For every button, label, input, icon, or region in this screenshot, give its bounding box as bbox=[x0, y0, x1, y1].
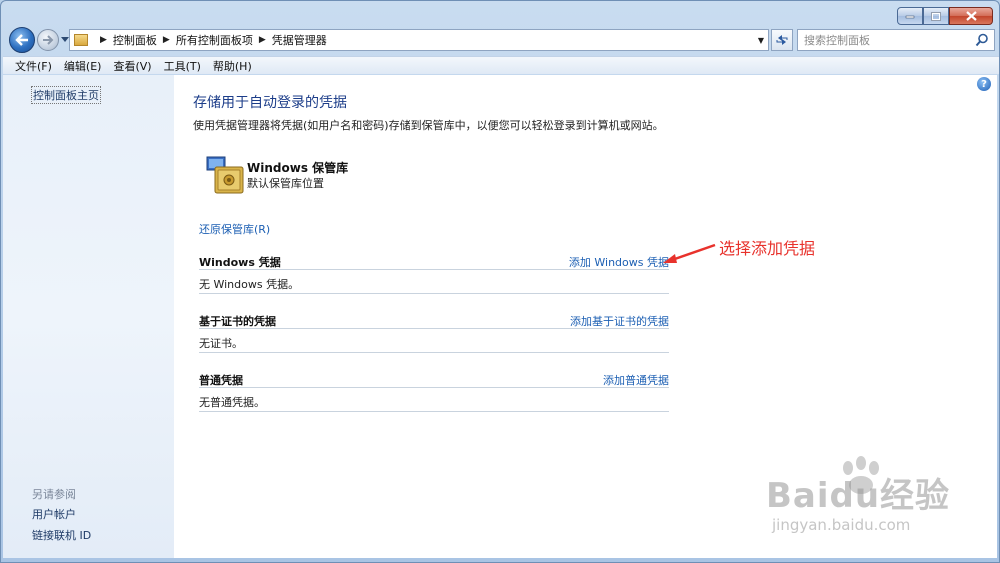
menu-file[interactable]: 文件(F) bbox=[15, 58, 52, 74]
maximize-icon bbox=[931, 11, 941, 21]
add-generic-credential-link[interactable]: 添加普通凭据 bbox=[603, 372, 669, 388]
section-body: 无 Windows 凭据。 bbox=[199, 270, 669, 294]
forward-button[interactable] bbox=[37, 29, 59, 51]
search-placeholder: 搜索控制面板 bbox=[804, 34, 870, 47]
search-input[interactable]: 搜索控制面板 bbox=[797, 29, 995, 51]
chevron-right-icon[interactable]: ▶ bbox=[163, 35, 170, 45]
generic-credentials-section: 普通凭据 添加普通凭据 无普通凭据。 bbox=[199, 370, 669, 412]
user-accounts-link[interactable]: 用户帐户 bbox=[32, 506, 76, 522]
close-icon bbox=[965, 11, 977, 21]
minimize-icon bbox=[905, 15, 915, 19]
forward-arrow-icon bbox=[43, 35, 54, 45]
page-title: 存储用于自动登录的凭据 bbox=[193, 95, 347, 111]
vault-subtitle: 默认保管库位置 bbox=[247, 177, 324, 190]
watermark-url: jingyan.baidu.com bbox=[772, 516, 911, 534]
history-dropdown-icon[interactable] bbox=[61, 35, 69, 43]
section-title: 普通凭据 bbox=[199, 374, 243, 387]
watermark-logo: Baidu经验 bbox=[766, 476, 951, 516]
back-arrow-icon bbox=[15, 34, 28, 46]
empty-message: 无普通凭据。 bbox=[199, 396, 265, 409]
breadcrumb-credential-manager[interactable]: 凭据管理器 bbox=[272, 32, 327, 48]
refresh-icon bbox=[776, 35, 788, 45]
menu-view[interactable]: 查看(V) bbox=[113, 58, 151, 74]
section-header: Windows 凭据 添加 Windows 凭据 bbox=[199, 252, 669, 270]
close-button[interactable] bbox=[949, 7, 993, 25]
refresh-button[interactable] bbox=[771, 29, 793, 51]
minimize-button[interactable] bbox=[897, 7, 923, 25]
add-certificate-credential-link[interactable]: 添加基于证书的凭据 bbox=[570, 313, 669, 329]
section-header: 普通凭据 添加普通凭据 bbox=[199, 370, 669, 388]
section-title: 基于证书的凭据 bbox=[199, 315, 276, 328]
see-also-heading: 另请参阅 bbox=[32, 488, 76, 501]
caption-buttons bbox=[897, 7, 993, 25]
control-panel-icon bbox=[74, 34, 88, 46]
section-header: 基于证书的凭据 添加基于证书的凭据 bbox=[199, 311, 669, 329]
maximize-button[interactable] bbox=[923, 7, 949, 25]
vault-name: Windows 保管库 bbox=[247, 161, 349, 175]
chevron-down-icon[interactable]: ▼ bbox=[758, 36, 764, 45]
menu-tools[interactable]: 工具(T) bbox=[164, 58, 201, 74]
annotation-text: 选择添加凭据 bbox=[719, 239, 816, 258]
link-online-id-link[interactable]: 链接联机 ID bbox=[32, 527, 91, 543]
annotation-arrow-icon bbox=[663, 243, 716, 263]
search-icon[interactable] bbox=[975, 33, 989, 47]
breadcrumb-all-items[interactable]: 所有控制面板项 bbox=[176, 32, 253, 48]
explorer-window: ▶ 控制面板 ▶ 所有控制面板项 ▶ 凭据管理器 ▼ 搜索控制面板 文件(F) … bbox=[0, 0, 1000, 563]
baidu-watermark: Baidu经验 jingyan.baidu.com bbox=[766, 456, 956, 546]
empty-message: 无证书。 bbox=[199, 337, 243, 350]
chevron-right-icon[interactable]: ▶ bbox=[259, 35, 266, 45]
navigation-bar: ▶ 控制面板 ▶ 所有控制面板项 ▶ 凭据管理器 ▼ 搜索控制面板 bbox=[7, 27, 995, 53]
menu-help[interactable]: 帮助(H) bbox=[213, 58, 252, 74]
certificate-credentials-section: 基于证书的凭据 添加基于证书的凭据 无证书。 bbox=[199, 311, 669, 353]
breadcrumb-control-panel[interactable]: 控制面板 bbox=[113, 32, 157, 48]
menu-bar: 文件(F) 编辑(E) 查看(V) 工具(T) 帮助(H) bbox=[3, 56, 999, 74]
vault-entry: Windows 保管库 默认保管库位置 bbox=[205, 153, 505, 197]
empty-message: 无 Windows 凭据。 bbox=[199, 278, 300, 291]
chevron-right-icon[interactable]: ▶ bbox=[100, 35, 107, 45]
address-bar[interactable]: ▶ 控制面板 ▶ 所有控制面板项 ▶ 凭据管理器 ▼ bbox=[69, 29, 769, 51]
sidebar: 控制面板主页 另请参阅 用户帐户 链接联机 ID bbox=[3, 75, 174, 558]
section-title: Windows 凭据 bbox=[199, 256, 281, 269]
back-button[interactable] bbox=[9, 27, 35, 53]
section-body: 无证书。 bbox=[199, 329, 669, 353]
page-description: 使用凭据管理器将凭据(如用户名和密码)存储到保管库中，以便您可以轻松登录到计算机… bbox=[193, 119, 664, 132]
control-panel-home-link[interactable]: 控制面板主页 bbox=[31, 86, 101, 104]
add-windows-credential-link[interactable]: 添加 Windows 凭据 bbox=[569, 254, 669, 270]
section-body: 无普通凭据。 bbox=[199, 388, 669, 412]
restore-vault-link[interactable]: 还原保管库(R) bbox=[199, 221, 270, 237]
vault-icon bbox=[206, 156, 244, 194]
menu-edit[interactable]: 编辑(E) bbox=[64, 58, 102, 74]
windows-credentials-section: Windows 凭据 添加 Windows 凭据 无 Windows 凭据。 bbox=[199, 252, 669, 294]
